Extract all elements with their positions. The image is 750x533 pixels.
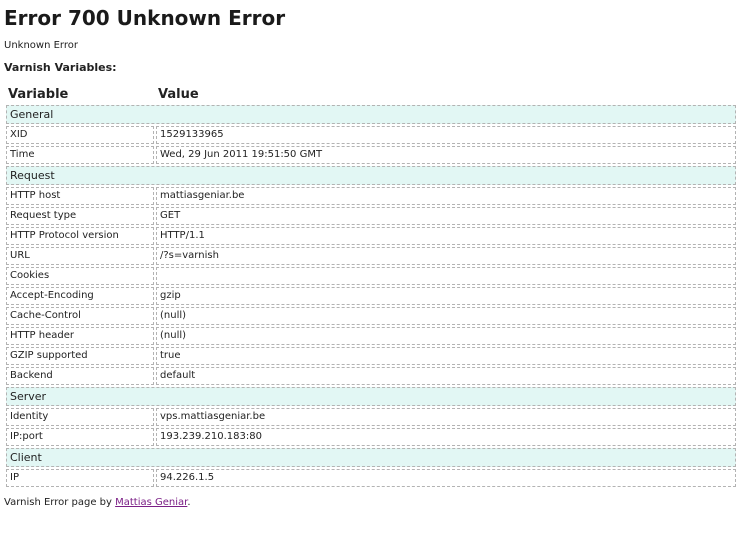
value-cell: 193.239.210.183:80 [156, 428, 736, 446]
value-cell: vps.mattiasgeniar.be [156, 408, 736, 426]
variable-cell: Identity [6, 408, 154, 426]
variable-cell: IP:port [6, 428, 154, 446]
section-row-client: Client [6, 448, 736, 467]
value-cell: HTTP/1.1 [156, 227, 736, 245]
variable-cell: Request type [6, 207, 154, 225]
footer-suffix: . [187, 497, 191, 508]
value-cell: /?s=varnish [156, 247, 736, 265]
section-label: Client [6, 448, 736, 467]
variable-cell: Cookies [6, 267, 154, 285]
table-row: HTTP header (null) [6, 327, 736, 345]
table-row: Accept-Encoding gzip [6, 287, 736, 305]
value-cell: Wed, 29 Jun 2011 19:51:50 GMT [156, 146, 736, 164]
error-page: Error 700 Unknown Error Unknown Error Va… [0, 0, 750, 508]
table-row: IP:port 193.239.210.183:80 [6, 428, 736, 446]
variable-cell: HTTP Protocol version [6, 227, 154, 245]
table-row: GZIP supported true [6, 347, 736, 365]
table-row: XID 1529133965 [6, 126, 736, 144]
variable-cell: HTTP host [6, 187, 154, 205]
value-cell: 1529133965 [156, 126, 736, 144]
section-label: Request [6, 166, 736, 185]
table-row: Cookies [6, 267, 736, 285]
table-row: Backend default [6, 367, 736, 385]
value-cell: GET [156, 207, 736, 225]
section-row-request: Request [6, 166, 736, 185]
page-title: Error 700 Unknown Error [4, 6, 286, 30]
error-message: Unknown Error [4, 40, 78, 51]
variable-cell: URL [6, 247, 154, 265]
value-cell: mattiasgeniar.be [156, 187, 736, 205]
table-row: URL /?s=varnish [6, 247, 736, 265]
variable-cell: Time [6, 146, 154, 164]
variables-table: Variable Value General XID 1529133965 Ti… [4, 85, 738, 489]
varnish-variables-heading: Varnish Variables: [4, 61, 117, 74]
variable-cell: GZIP supported [6, 347, 154, 365]
author-link[interactable]: Mattias Geniar [115, 497, 187, 508]
value-cell [156, 267, 736, 285]
value-cell: default [156, 367, 736, 385]
table-row: Identity vps.mattiasgeniar.be [6, 408, 736, 426]
table-header-row: Variable Value [6, 87, 736, 103]
table-row: HTTP Protocol version HTTP/1.1 [6, 227, 736, 245]
table-row: HTTP host mattiasgeniar.be [6, 187, 736, 205]
variable-cell: Backend [6, 367, 154, 385]
table-row: Cache-Control (null) [6, 307, 736, 325]
value-cell: (null) [156, 327, 736, 345]
footer-prefix: Varnish Error page by [4, 497, 116, 508]
variable-cell: Cache-Control [6, 307, 154, 325]
section-row-general: General [6, 105, 736, 124]
table-row: Time Wed, 29 Jun 2011 19:51:50 GMT [6, 146, 736, 164]
footer: Varnish Error page by Mattias Geniar. [4, 497, 746, 508]
column-header-variable: Variable [8, 87, 69, 102]
section-label: General [6, 105, 736, 124]
section-label: Server [6, 387, 736, 406]
section-row-server: Server [6, 387, 736, 406]
table-row: IP 94.226.1.5 [6, 469, 736, 487]
variable-cell: HTTP header [6, 327, 154, 345]
variable-cell: XID [6, 126, 154, 144]
value-cell: true [156, 347, 736, 365]
value-cell: gzip [156, 287, 736, 305]
variable-cell: Accept-Encoding [6, 287, 154, 305]
variable-cell: IP [6, 469, 154, 487]
value-cell: (null) [156, 307, 736, 325]
table-row: Request type GET [6, 207, 736, 225]
value-cell: 94.226.1.5 [156, 469, 736, 487]
column-header-value: Value [158, 87, 199, 102]
